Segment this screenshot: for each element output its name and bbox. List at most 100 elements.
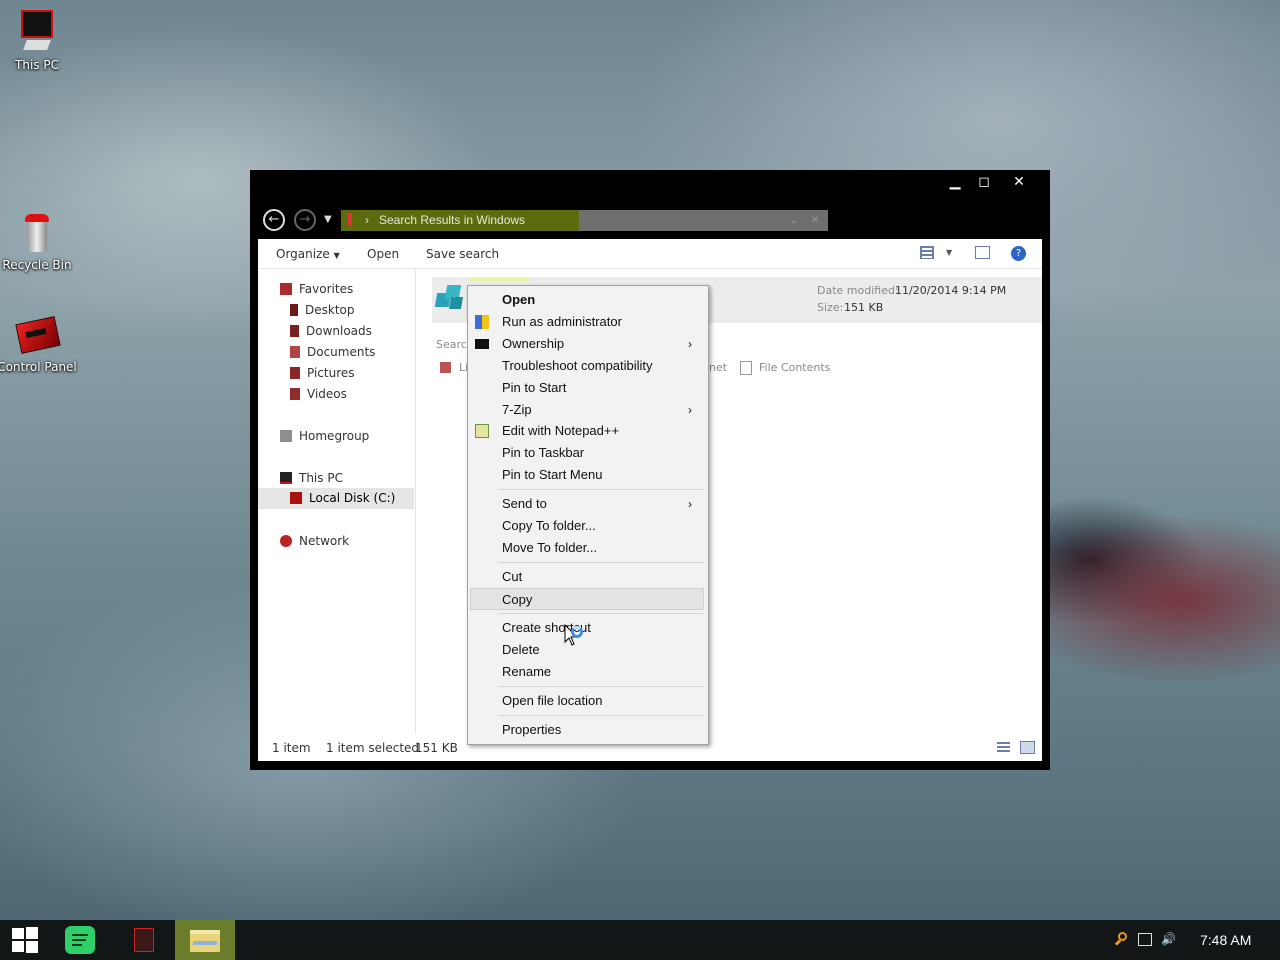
menu-item-run-as-administrator[interactable]: Run as administrator [470,311,704,333]
minimize-button[interactable]: ▁ [940,174,970,190]
network-icon [280,535,292,547]
menu-item-send-to[interactable]: Send to › [470,493,704,515]
uac-shield-icon [475,315,489,329]
clock[interactable]: 7:48 AM [1200,932,1251,948]
start-button[interactable] [0,920,58,960]
forward-button[interactable]: → [294,209,316,231]
computer-icon [280,472,292,484]
menu-item-open-file-location[interactable]: Open file location [470,690,704,712]
search-tray-icon[interactable] [1114,932,1128,946]
item-count: 1 item [272,741,311,755]
taskbar-app-media[interactable] [114,920,172,960]
desktop-icon-recycle-bin[interactable]: Recycle Bin [0,214,77,272]
network-tray-icon[interactable] [1138,933,1152,946]
menu-separator [498,686,704,687]
nav-item-this-pc[interactable]: This PC [280,468,343,488]
menu-item-copy-to-folder[interactable]: Copy To folder... [470,515,704,537]
nav-item-documents[interactable]: Documents [290,342,375,362]
menu-label: Pin to Start [502,380,567,395]
recent-locations-dropdown[interactable]: ▼ [324,214,332,225]
nav-item-videos[interactable]: Videos [290,384,347,404]
downloads-folder-icon [290,325,299,337]
desktop-icon-control-panel[interactable]: Control Panel [0,316,77,374]
menu-label: Cut [502,569,523,584]
address-breadcrumb[interactable]: › Search Results in Windows [341,210,579,231]
menu-label: Properties [502,722,562,737]
menu-label: Pin to Start Menu [502,467,603,482]
nav-item-downloads[interactable]: Downloads [290,321,372,341]
menu-label: Copy [502,592,533,607]
menu-separator [498,489,704,490]
size-label: Size: [817,301,844,314]
preview-pane-icon[interactable] [975,246,990,259]
address-bar[interactable]: › Search Results in Windows ⌄ ✕ [341,210,828,231]
taskbar-app-file-explorer[interactable] [175,920,235,960]
maximize-button[interactable]: ◻ [969,174,999,190]
close-button[interactable]: ✕ [1004,174,1034,190]
details-view-icon[interactable] [997,742,1010,753]
file-contents-icon [740,361,752,375]
organize-button[interactable]: Organize ▼ [276,247,340,261]
menu-item-troubleshoot-compatibility[interactable]: Troubleshoot compatibility [470,355,704,377]
menu-item-edit-with-notepadpp[interactable]: Edit with Notepad++ [470,420,704,442]
save-search-button[interactable]: Save search [426,247,499,261]
command-bar: Organize ▼ Open Save search ▼ ? [258,239,1042,269]
desktop-icon-this-pc[interactable]: This PC [0,10,77,72]
menu-item-delete[interactable]: Delete [470,639,704,661]
videos-folder-icon [290,388,300,400]
date-modified-label: Date modified: [817,284,899,297]
menu-label: Open file location [502,693,603,708]
large-icons-view-icon[interactable] [1020,741,1035,754]
view-options-icon[interactable] [920,246,934,259]
control-panel-icon [14,316,61,356]
menu-label: Troubleshoot compatibility [502,358,653,373]
menu-item-create-shortcut[interactable]: Create shortcut [470,617,704,639]
volume-tray-icon[interactable]: 🔊 [1161,932,1176,946]
nav-item-desktop[interactable]: Desktop [290,300,355,320]
menu-separator [498,613,704,614]
favorites-icon [280,283,292,295]
menu-label: 7-Zip [502,402,532,417]
help-icon[interactable]: ? [1011,246,1026,261]
menu-item-7zip[interactable]: 7-Zip › [470,399,704,421]
taskbar-app-spotify[interactable] [52,920,110,960]
navigation-pane: Favorites Desktop Downloads Documents Pi… [258,269,416,734]
nav-item-local-disk[interactable]: Local Disk (C:) [258,488,414,509]
menu-item-pin-to-start-menu[interactable]: Pin to Start Menu [470,464,704,486]
menu-item-pin-to-taskbar[interactable]: Pin to Taskbar [470,442,704,464]
view-dropdown-icon[interactable]: ▼ [946,248,952,257]
submenu-arrow-icon: › [688,497,692,511]
spotify-icon [65,926,95,954]
menu-item-copy[interactable]: Copy [470,588,704,610]
menu-label: Delete [502,642,540,657]
menu-item-move-to-folder[interactable]: Move To folder... [470,537,704,559]
nav-item-pictures[interactable]: Pictures [290,363,355,383]
menu-item-rename[interactable]: Rename [470,661,704,683]
menu-item-open[interactable]: Open [470,289,704,311]
search-folder-icon [348,213,352,226]
clear-search-icon[interactable]: ✕ [811,210,819,231]
internet-search-link[interactable]: net [709,361,727,374]
registry-file-icon [434,283,466,313]
nav-item-homegroup[interactable]: Homegroup [280,426,369,446]
menu-item-properties[interactable]: Properties [470,719,704,741]
navigation-bar: ← → ▼ › Search Results in Windows ⌄ ✕ [260,206,1040,234]
file-contents-search-link[interactable]: File Contents [759,361,830,374]
menu-separator [498,562,704,563]
back-button[interactable]: ← [263,209,285,231]
result-name-highlight [470,277,530,281]
menu-item-cut[interactable]: Cut [470,566,704,588]
menu-item-pin-to-start[interactable]: Pin to Start [470,377,704,399]
address-dropdown-icon[interactable]: ⌄ [790,210,798,231]
menu-label: Move To folder... [502,540,598,555]
documents-folder-icon [290,346,300,358]
nav-label: Homegroup [299,429,370,443]
menu-label: Rename [502,664,552,679]
menu-label: Send to [502,496,547,511]
open-button[interactable]: Open [367,247,399,261]
desktop-icon-label: Control Panel [0,360,77,374]
libraries-search-icon [440,362,451,373]
menu-item-ownership[interactable]: Ownership › [470,333,704,355]
nav-item-favorites[interactable]: Favorites [280,279,353,299]
nav-item-network[interactable]: Network [280,531,349,551]
